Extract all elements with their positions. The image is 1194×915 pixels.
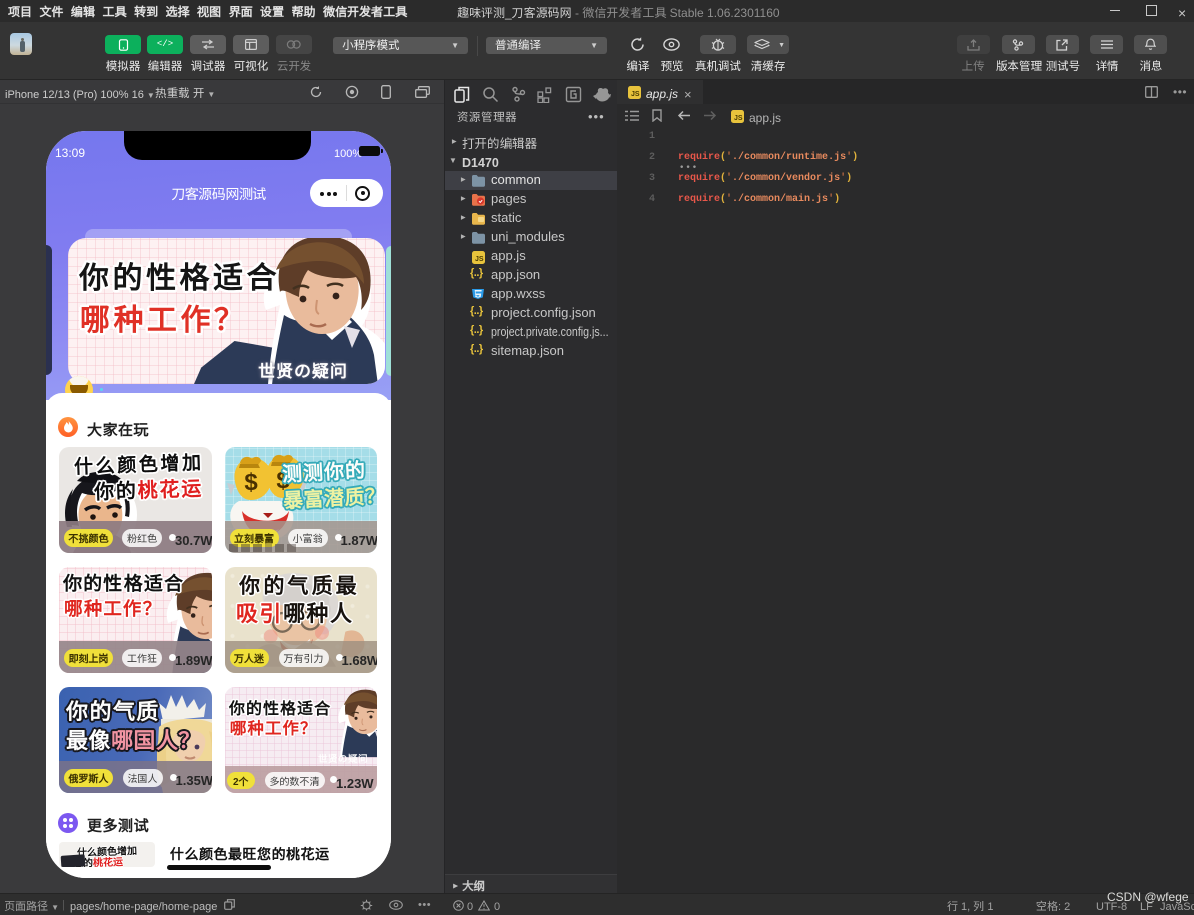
svg-text:$: $ — [244, 469, 258, 496]
